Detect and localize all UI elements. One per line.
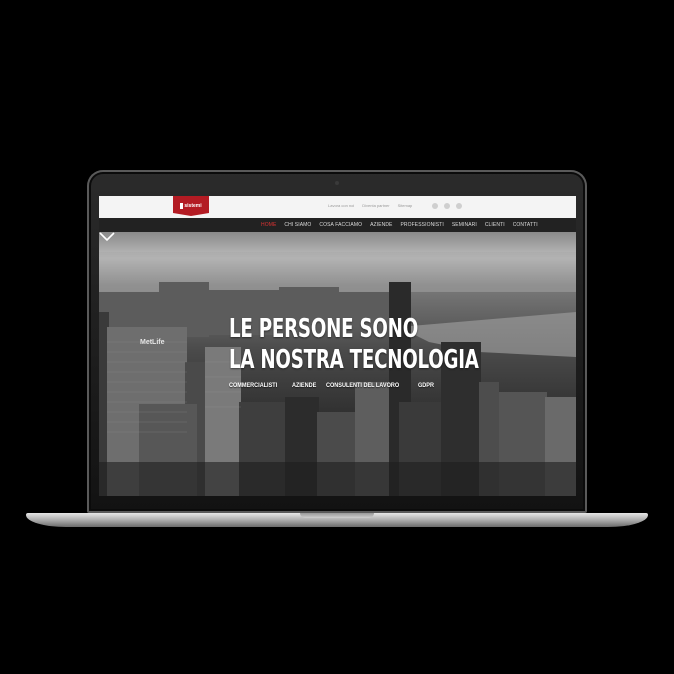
sublink-consulenti[interactable]: CONSULENTI DEL LAVORO bbox=[326, 382, 399, 389]
camera-icon bbox=[335, 181, 339, 185]
top-links: Lavora con noi Diventa partner Sitemap bbox=[328, 203, 412, 208]
nav-item-aziende[interactable]: AZIENDE bbox=[366, 218, 396, 232]
logo-text: sistemi bbox=[184, 203, 202, 209]
metlife-sign: MetLife bbox=[140, 339, 165, 346]
top-link-sitemap[interactable]: Sitemap bbox=[398, 203, 413, 208]
sublink-gdpr[interactable]: GDPR bbox=[418, 382, 434, 389]
nav-item-chi-siamo[interactable]: CHI SIAMO bbox=[280, 218, 315, 232]
hero-sublinks: COMMERCIALISTI AZIENDE CONSULENTI DEL LA… bbox=[229, 382, 437, 389]
top-link-lavora[interactable]: Lavora con noi bbox=[328, 203, 354, 208]
social-icon[interactable] bbox=[432, 203, 438, 209]
nav-item-contatti[interactable]: CONTATTI bbox=[509, 218, 542, 232]
logo-mark-icon bbox=[180, 203, 184, 209]
hero-headline: LE PERSONE SONO LA NOSTRA TECNOLOGIA bbox=[229, 314, 479, 376]
nav-item-home[interactable]: HOME bbox=[257, 218, 280, 232]
social-icon[interactable] bbox=[456, 203, 462, 209]
nav-item-cosa-facciamo[interactable]: COSA FACCIAMO bbox=[315, 218, 366, 232]
headline-line-2: LA NOSTRA TECNOLOGIA bbox=[229, 345, 479, 375]
nav-item-professionisti[interactable]: PROFESSIONISTI bbox=[397, 218, 448, 232]
social-icon[interactable] bbox=[444, 203, 450, 209]
headline-line-1: LE PERSONE SONO bbox=[229, 314, 418, 344]
top-bar: sistemi Lavora con noi Diventa partner S… bbox=[99, 196, 576, 218]
laptop-notch bbox=[300, 513, 374, 518]
nav-item-clienti[interactable]: CLIENTI bbox=[481, 218, 509, 232]
sublink-aziende[interactable]: AZIENDE bbox=[292, 382, 316, 389]
site-logo[interactable]: sistemi bbox=[173, 196, 209, 216]
sublink-commercialisti[interactable]: COMMERCIALISTI bbox=[229, 382, 277, 389]
main-nav: HOME CHI SIAMO COSA FACCIAMO AZIENDE PRO… bbox=[99, 218, 576, 232]
nav-item-seminari[interactable]: SEMINARI bbox=[448, 218, 481, 232]
chevron-down-icon[interactable] bbox=[99, 232, 115, 242]
laptop-screen: sistemi Lavora con noi Diventa partner S… bbox=[99, 196, 576, 496]
social-links bbox=[432, 203, 462, 209]
top-link-partner[interactable]: Diventa partner bbox=[362, 203, 389, 208]
hero-banner: MetLife LE PERSONE SONO LA NOSTRA TECNOL… bbox=[99, 232, 576, 496]
